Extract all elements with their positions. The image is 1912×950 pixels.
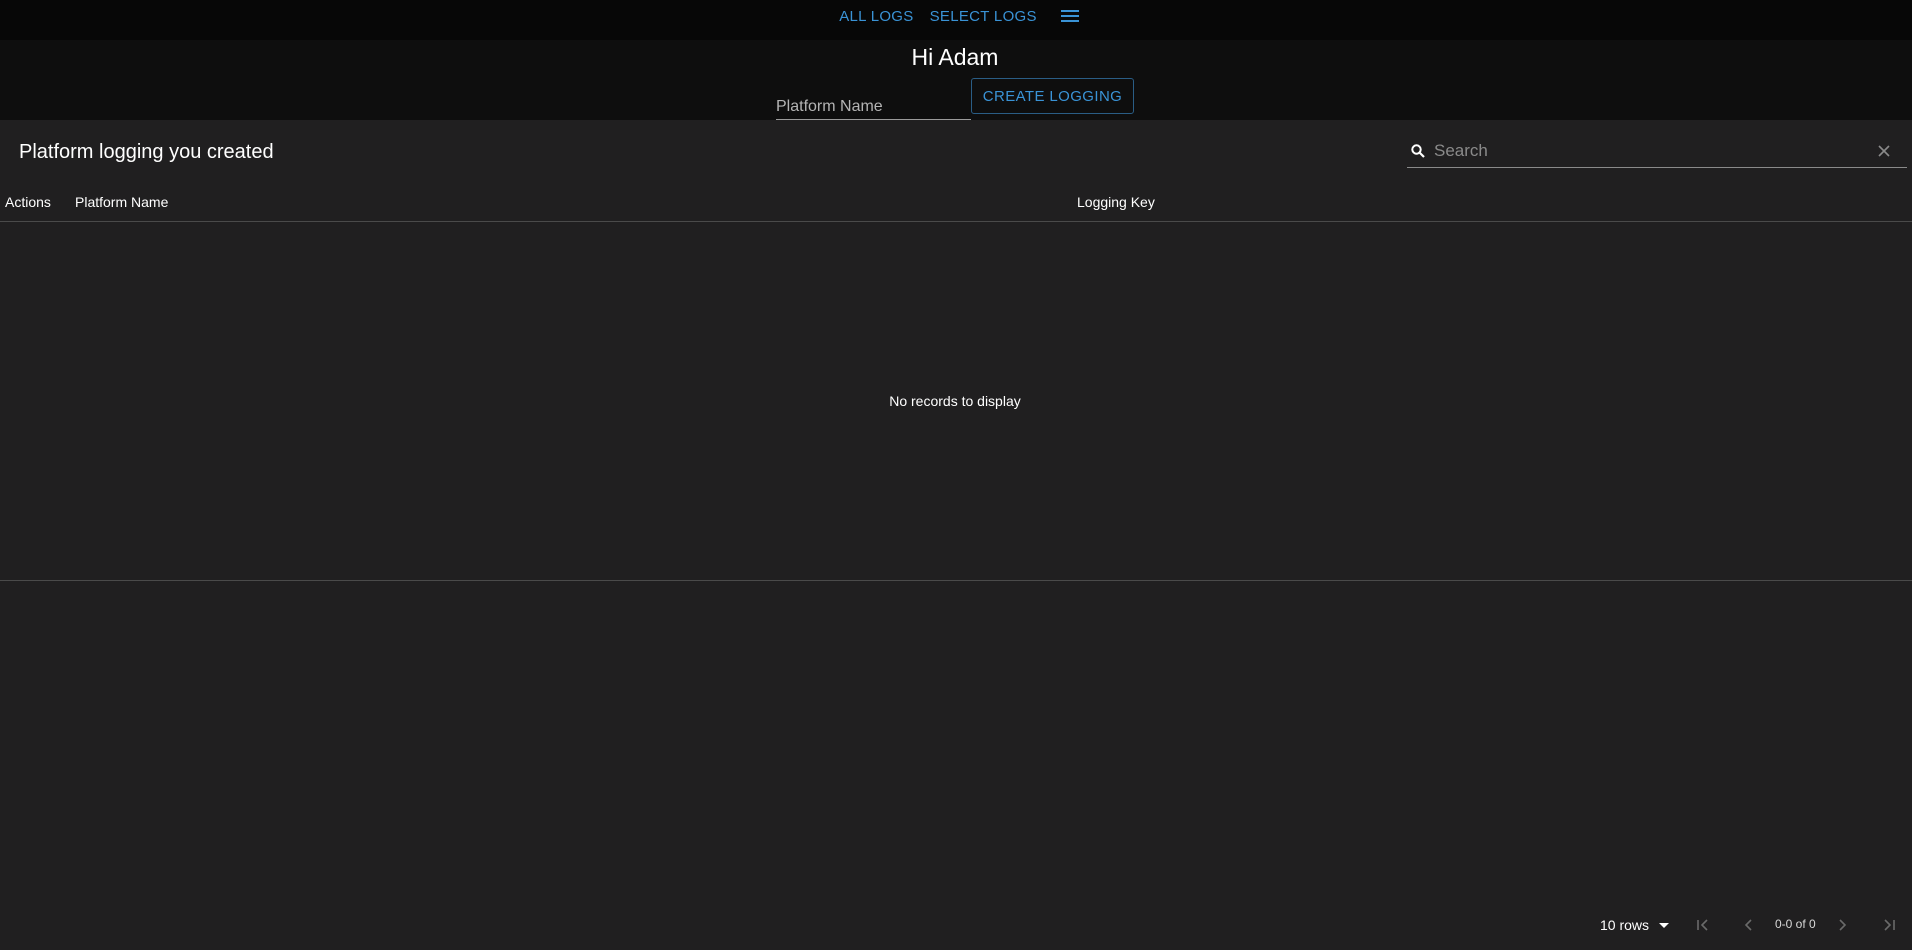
caret-down-icon (1659, 922, 1670, 928)
previous-page-icon[interactable] (1740, 916, 1758, 934)
pagination: 10 rows 0-0 of 0 (1590, 910, 1910, 950)
nav-select-logs[interactable]: SELECT LOGS (930, 8, 1037, 25)
platform-name-field[interactable] (776, 84, 971, 120)
column-header-platform-name[interactable]: Platform Name (75, 194, 168, 210)
greeting: Hi Adam (911, 44, 999, 70)
empty-message: No records to display (889, 393, 1021, 409)
table-header: Actions Platform Name Logging Key (0, 180, 1912, 222)
rows-per-page-select[interactable]: 10 rows (1600, 910, 1670, 940)
search-input[interactable] (1434, 135, 1864, 167)
create-logging-button[interactable]: CREATE LOGGING (971, 78, 1134, 114)
first-page-icon[interactable] (1694, 916, 1712, 934)
search-field[interactable] (1407, 135, 1907, 168)
page-range: 0-0 of 0 (1775, 917, 1816, 931)
search-icon (1410, 143, 1426, 159)
table-body: No records to display (0, 222, 1912, 581)
column-header-logging-key[interactable]: Logging Key (1077, 194, 1155, 210)
next-page-icon[interactable] (1833, 916, 1851, 934)
header: Hi Adam CREATE LOGGING (0, 40, 1912, 120)
last-page-icon[interactable] (1880, 916, 1898, 934)
logging-table-panel: Platform logging you created Actions Pla… (0, 120, 1912, 947)
clear-search-icon[interactable] (1877, 144, 1891, 158)
nav-all-logs[interactable]: ALL LOGS (839, 8, 913, 25)
menu-icon[interactable] (1059, 6, 1081, 26)
top-navigation: ALL LOGS SELECT LOGS (0, 0, 1912, 40)
panel-title: Platform logging you created (19, 141, 274, 163)
column-header-actions[interactable]: Actions (5, 194, 51, 210)
platform-name-input[interactable] (776, 84, 971, 119)
rows-per-page-label: 10 rows (1600, 917, 1650, 933)
